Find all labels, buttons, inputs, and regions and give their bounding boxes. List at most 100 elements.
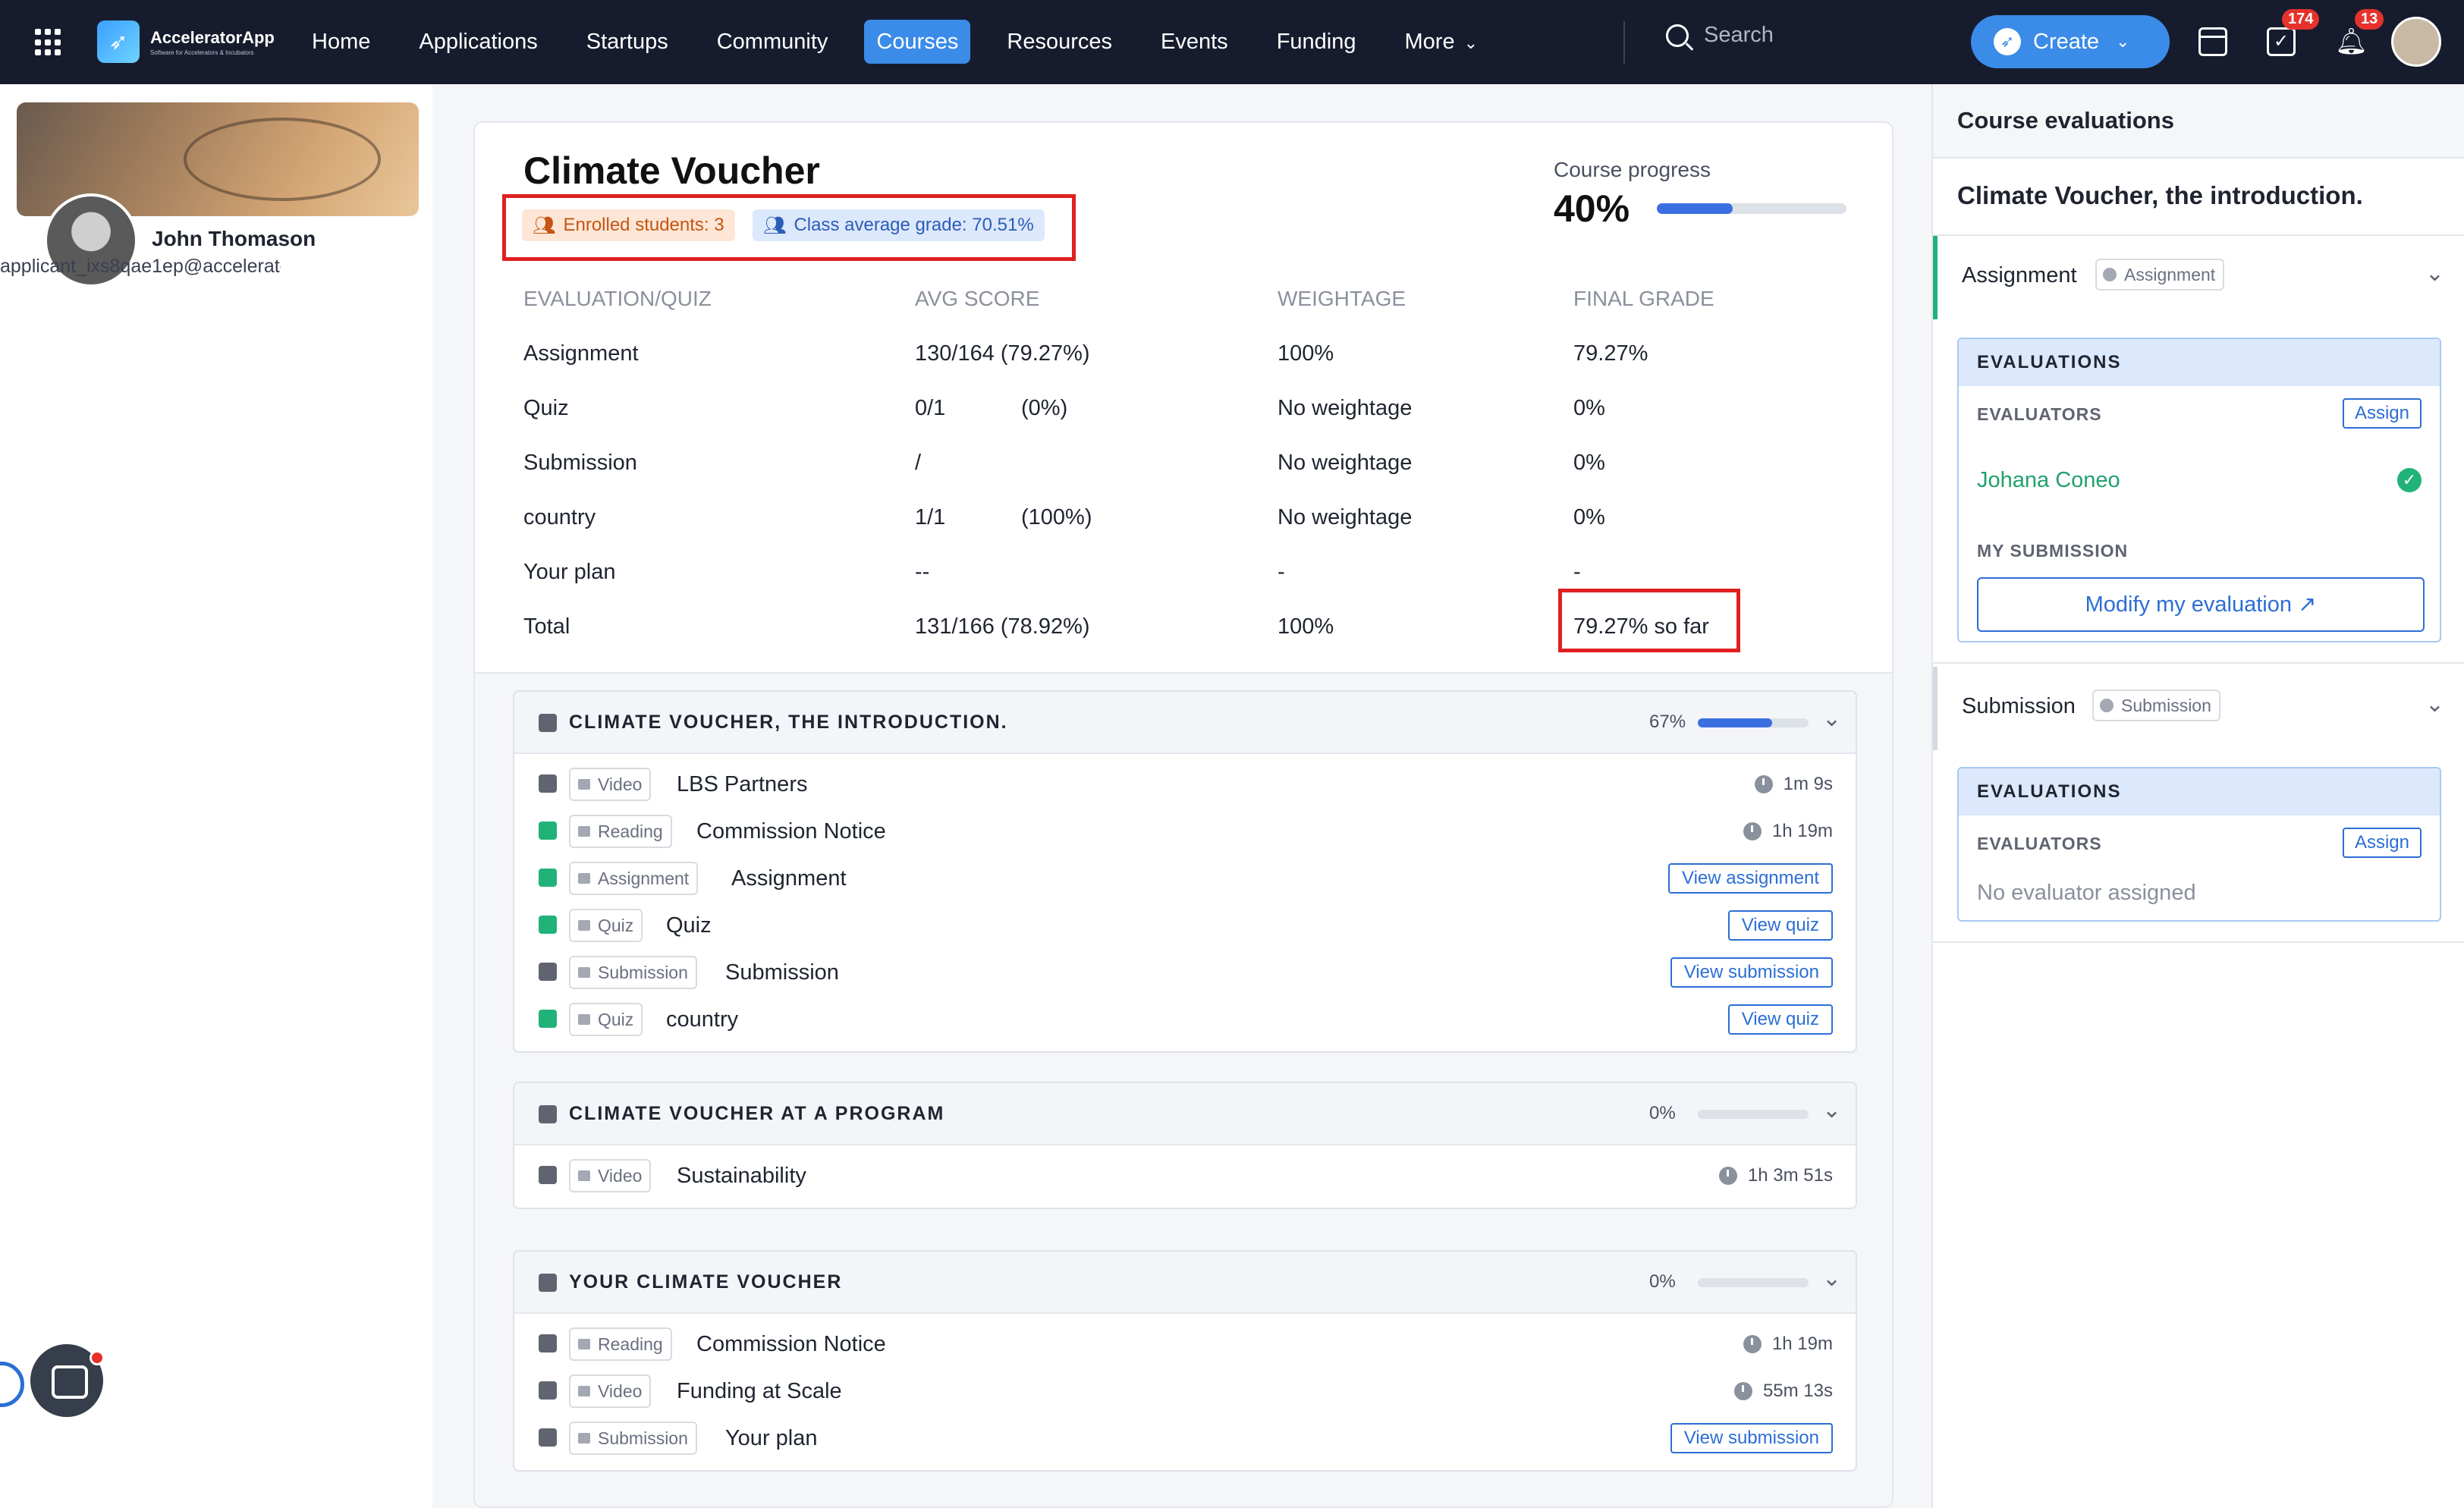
lesson-type-icon <box>578 1386 590 1396</box>
lesson-row[interactable]: Submission Submission View submission <box>514 948 1856 995</box>
lesson-type-tag: Submission <box>569 1422 697 1455</box>
assignment-evaluations-box: EVALUATIONS EVALUATORS Assign Johana Con… <box>1957 338 2441 642</box>
chevron-down-icon[interactable]: ⌄ <box>1822 1265 1841 1292</box>
nav-applications[interactable]: Applications <box>407 20 549 64</box>
module-progress-pct: 0% <box>1649 1103 1676 1123</box>
lesson-row[interactable]: Quiz country View quiz <box>514 995 1856 1042</box>
nav-resources[interactable]: Resources <box>995 20 1124 64</box>
course-module: CLIMATE VOUCHER, THE INTRODUCTION. 67% ⌄ Vi… <box>513 690 1857 1053</box>
lesson-status-square <box>539 869 557 887</box>
module-title: CLIMATE VOUCHER, THE INTRODUCTION. <box>569 712 1008 733</box>
module-title: CLIMATE VOUCHER AT A PROGRAM <box>569 1103 945 1124</box>
accordion-submission[interactable]: Submission Submission ⌄ <box>1933 667 2464 750</box>
chevron-down-icon[interactable]: ⌄ <box>2425 691 2444 718</box>
tasks-icon[interactable]: ✓ <box>2267 27 2296 56</box>
chevron-down-icon[interactable]: ⌄ <box>1822 705 1841 732</box>
main-nav: Home Applications Startups Community Cou… <box>300 20 1514 64</box>
search-bar[interactable]: Search <box>1666 23 1774 48</box>
nav-funding[interactable]: Funding <box>1265 20 1369 64</box>
app-logo[interactable]: ➶ AcceleratorApp Software for Accelerato… <box>97 20 275 63</box>
lesson-title[interactable]: Your plan <box>725 1426 817 1451</box>
grade-name: Your plan <box>523 560 616 584</box>
grade-name: Total <box>523 614 570 639</box>
lesson-view-button[interactable]: View assignment <box>1668 863 1833 894</box>
profile-name: John Thomason <box>152 227 316 250</box>
chevron-down-icon[interactable]: ⌄ <box>2425 260 2444 287</box>
evaluations-header: Course evaluations <box>1933 84 2464 159</box>
lesson-row[interactable]: Video Funding at Scale 55m 13s <box>514 1367 1856 1414</box>
module-status-square <box>539 1274 557 1292</box>
lesson-title[interactable]: Commission Notice <box>696 819 886 844</box>
module-header[interactable]: YOUR CLIMATE VOUCHER 0% ⌄ <box>514 1252 1856 1314</box>
clock-icon <box>1733 1382 1752 1400</box>
lesson-title[interactable]: Sustainability <box>677 1164 806 1189</box>
assign-button[interactable]: Assign <box>2342 828 2422 858</box>
grade-score-pct: (100%) <box>1021 505 1092 529</box>
lesson-view-button[interactable]: View submission <box>1670 1423 1833 1453</box>
modify-evaluation-button[interactable]: Modify my evaluation ↗ <box>1977 577 2425 632</box>
lesson-title[interactable]: country <box>666 1007 738 1032</box>
evaluations-box-title: EVALUATIONS <box>1959 768 2440 815</box>
evaluator-name[interactable]: Johana Coneo <box>1977 468 2120 493</box>
evaluations-subtitle: Climate Voucher, the introduction. <box>1957 181 2363 209</box>
user-avatar[interactable] <box>2391 17 2441 67</box>
highlight-box <box>1558 589 1740 652</box>
grade-final: 0% <box>1573 505 1605 529</box>
lesson-row[interactable]: Reading Commission Notice 1h 19m <box>514 1320 1856 1367</box>
lesson-row[interactable]: Submission Your plan View submission <box>514 1414 1856 1461</box>
lesson-title[interactable]: LBS Partners <box>677 772 807 797</box>
lesson-row[interactable]: Video LBS Partners 1m 9s <box>514 760 1856 807</box>
module-header[interactable]: CLIMATE VOUCHER AT A PROGRAM 0% ⌄ <box>514 1083 1856 1145</box>
lesson-view-button[interactable]: View quiz <box>1727 1004 1833 1035</box>
enrolled-text: Enrolled students: 3 <box>563 215 724 235</box>
nav-more[interactable]: More ⌄ <box>1393 20 1491 64</box>
divider <box>1933 662 2464 664</box>
lesson-type-tag: Video <box>569 768 652 801</box>
evaluators-label: EVALUATORS <box>1977 834 2102 853</box>
rocket-logo-icon: ➶ <box>97 20 140 63</box>
lesson-view-button[interactable]: View quiz <box>1727 910 1833 941</box>
grade-score: 130/164 (79.27%) <box>915 341 1090 366</box>
lesson-title[interactable]: Assignment <box>731 866 847 891</box>
lesson-type-tag: Video <box>569 1159 652 1192</box>
course-module: CLIMATE VOUCHER AT A PROGRAM 0% ⌄ Video Sust… <box>513 1082 1857 1209</box>
users-icon: 👥︎ <box>533 215 556 236</box>
grades-header: EVALUATION/QUIZ AVG SCORE WEIGHTAGE FINA… <box>523 272 1859 326</box>
module-progress-pct: 0% <box>1649 1271 1676 1292</box>
assign-button[interactable]: Assign <box>2342 398 2422 429</box>
chevron-down-icon: ⌄ <box>2116 32 2130 51</box>
lesson-row[interactable]: Assignment Assignment View assignment <box>514 854 1856 901</box>
lesson-title[interactable]: Quiz <box>666 913 712 938</box>
lesson-title[interactable]: Funding at Scale <box>677 1379 842 1404</box>
grade-score: / <box>915 451 922 475</box>
nav-community[interactable]: Community <box>705 20 841 64</box>
chevron-down-icon[interactable]: ⌄ <box>1822 1097 1841 1123</box>
grade-score: -- <box>915 560 930 584</box>
lesson-type-tag: Quiz <box>569 909 643 942</box>
clock-icon <box>1743 822 1762 840</box>
lesson-row[interactable]: Quiz Quiz View quiz <box>514 901 1856 948</box>
notifications-badge: 13 <box>2355 9 2384 30</box>
nav-home[interactable]: Home <box>300 20 382 64</box>
lesson-row[interactable]: Reading Commission Notice 1h 19m <box>514 807 1856 854</box>
lesson-row[interactable]: Video Sustainability 1h 3m 51s <box>514 1151 1856 1199</box>
apps-grid-icon[interactable] <box>35 29 62 56</box>
tasks-badge: 174 <box>2282 9 2320 30</box>
create-button[interactable]: ➶ Create ⌄ <box>1971 15 2170 68</box>
bell-icon[interactable]: 🔔︎ <box>2335 27 2368 56</box>
lesson-title[interactable]: Submission <box>725 960 839 985</box>
nav-events[interactable]: Events <box>1149 20 1240 64</box>
lesson-title[interactable]: Commission Notice <box>696 1332 886 1357</box>
nav-courses[interactable]: Courses <box>864 20 971 64</box>
calendar-icon[interactable] <box>2198 27 2227 56</box>
evaluations-box-title: EVALUATIONS <box>1959 339 2440 386</box>
accordion-assignment[interactable]: Assignment Assignment ⌄ <box>1933 236 2464 319</box>
lesson-type-label: Submission <box>598 1428 688 1448</box>
course-module: YOUR CLIMATE VOUCHER 0% ⌄ Reading Commission… <box>513 1250 1857 1472</box>
module-header[interactable]: CLIMATE VOUCHER, THE INTRODUCTION. 67% ⌄ <box>514 692 1856 754</box>
course-main-card: Climate Voucher 👥︎ Enrolled students: 3 👥… <box>473 121 1894 1508</box>
nav-startups[interactable]: Startups <box>574 20 680 64</box>
lesson-view-button[interactable]: View submission <box>1670 957 1833 988</box>
lesson-type-tag: Reading <box>569 815 672 848</box>
lesson-type-icon <box>578 1014 590 1025</box>
